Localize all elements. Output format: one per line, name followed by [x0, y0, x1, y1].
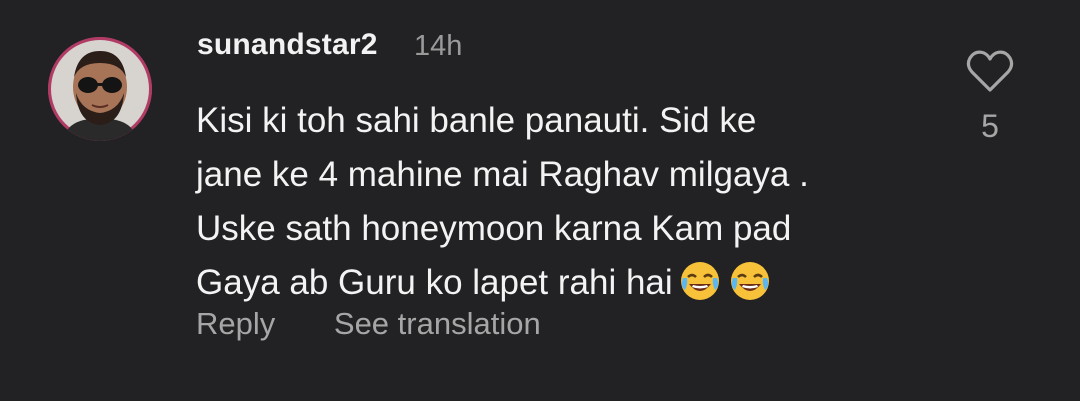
face-with-tears-of-joy-icon — [730, 262, 769, 300]
comment-text-line: Kisi ki toh sahi banle panauti. Sid ke — [196, 101, 757, 140]
comment-text-line: jane ke 4 mahine mai Raghav milgaya . — [196, 155, 809, 194]
avatar[interactable] — [48, 37, 152, 141]
see-translation-button[interactable]: See translation — [334, 306, 541, 342]
comment-text-line: Uske sath honeymoon karna Kam pad — [196, 209, 792, 248]
comment-item: sunandstar2 14h Kisi ki toh sahi banle p… — [0, 0, 1080, 401]
comment-timestamp: 14h — [414, 30, 463, 62]
comment-text: Kisi ki toh sahi banle panauti. Sid ke j… — [196, 94, 936, 310]
face-with-tears-of-joy-icon — [680, 262, 719, 300]
reply-button[interactable]: Reply — [196, 306, 275, 342]
comment-text-line: Gaya ab Guru ko lapet rahi hai — [196, 263, 673, 302]
avatar-photo — [48, 37, 152, 141]
like-count: 5 — [981, 108, 999, 144]
comment-text-line-last: Gaya ab Guru ko lapet rahi hai — [196, 256, 936, 310]
comment-actions: Reply See translation — [196, 306, 541, 342]
heart-outline-icon[interactable] — [966, 48, 1014, 94]
comment-username[interactable]: sunandstar2 — [197, 28, 378, 62]
